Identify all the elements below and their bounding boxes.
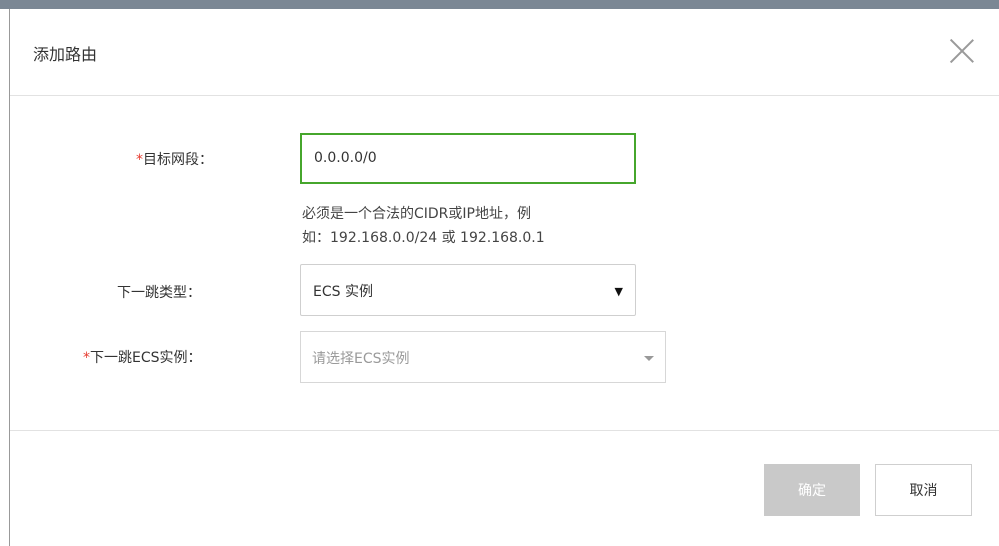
nexthop-type-value: ECS 实例 bbox=[313, 284, 373, 300]
help-line-1: 必须是一个合法的CIDR或IP地址，例 bbox=[302, 206, 531, 222]
chevron-down-icon bbox=[644, 356, 654, 361]
dest-cidr-help: 必须是一个合法的CIDR或IP地址，例 如：192.168.0.0/24 或 1… bbox=[302, 202, 662, 250]
nexthop-ecs-label-text: 下一跳ECS实例： bbox=[90, 350, 202, 366]
nexthop-ecs-label: *下一跳ECS实例： bbox=[83, 347, 202, 367]
dest-cidr-label-text: 目标网段： bbox=[143, 152, 213, 168]
dest-cidr-input[interactable]: 0.0.0.0/0 bbox=[300, 133, 636, 184]
dest-cidr-label: *目标网段： bbox=[136, 149, 213, 169]
required-mark: * bbox=[83, 350, 90, 366]
close-icon[interactable] bbox=[948, 37, 976, 65]
cancel-button[interactable]: 取消 bbox=[875, 464, 972, 516]
nexthop-type-label: 下一跳类型： bbox=[117, 285, 201, 301]
add-route-dialog: 添加路由 *目标网段： 0.0.0.0/0 必须是一个合法的CIDR或IP地址，… bbox=[9, 9, 999, 546]
help-line-2: 如：192.168.0.0/24 或 192.168.0.1 bbox=[302, 230, 545, 246]
confirm-button[interactable]: 确定 bbox=[764, 464, 860, 516]
dialog-title: 添加路由 bbox=[33, 45, 98, 64]
nexthop-ecs-select[interactable]: 请选择ECS实例 bbox=[300, 331, 666, 383]
required-mark: * bbox=[136, 152, 143, 168]
footer-divider bbox=[10, 430, 999, 431]
nexthop-type-select[interactable]: ECS 实例 ▼ bbox=[300, 264, 636, 316]
dialog-header: 添加路由 bbox=[10, 9, 999, 96]
nexthop-ecs-placeholder: 请选择ECS实例 bbox=[312, 351, 410, 367]
dropdown-arrow-icon: ▼ bbox=[614, 285, 623, 298]
dest-cidr-value: 0.0.0.0/0 bbox=[314, 150, 377, 166]
background-strip bbox=[0, 0, 999, 9]
